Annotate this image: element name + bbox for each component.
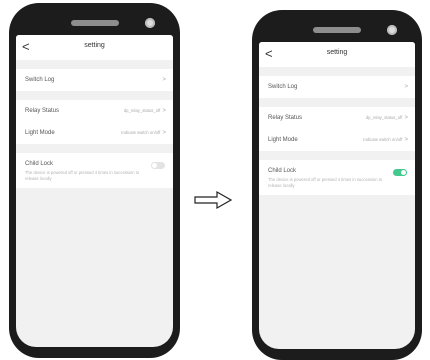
child-lock-toggle[interactable]	[151, 162, 165, 169]
chevron-right-icon: >	[162, 77, 166, 83]
child-lock-description: The device is powered off or pressed 4 t…	[268, 177, 383, 188]
phone-after: < setting Switch Log > Relay Status dp_r…	[252, 10, 422, 360]
chevron-right-icon: >	[404, 137, 408, 143]
page-title: setting	[326, 49, 348, 56]
switch-log-group: Switch Log >	[16, 69, 173, 91]
switch-log-row[interactable]: Switch Log >	[16, 69, 173, 91]
child-lock-toggle[interactable]	[393, 169, 407, 176]
toggle-knob	[152, 163, 157, 168]
light-mode-label: Light Mode	[268, 137, 298, 143]
child-lock-row: Child Lock The device is powered off or …	[16, 153, 173, 188]
speaker-grille	[313, 27, 361, 33]
device-settings-group: Relay Status dp_relay_status_off > Light…	[16, 100, 173, 144]
light-mode-row[interactable]: Light Mode Indicate switch on/off >	[16, 122, 173, 144]
front-camera	[145, 18, 155, 28]
toggle-knob	[401, 170, 406, 175]
right-arrow-icon	[194, 190, 233, 210]
speaker-grille	[70, 20, 119, 26]
top-bar: < setting	[16, 35, 173, 60]
chevron-right-icon: >	[162, 108, 166, 114]
relay-status-label: Relay Status	[268, 115, 303, 121]
relay-status-label: Relay Status	[25, 108, 60, 114]
settings-screen: < setting Switch Log > Relay Status dp_r…	[16, 35, 173, 347]
front-camera	[387, 25, 397, 35]
child-lock-row: Child Lock The device is powered off or …	[259, 160, 415, 195]
device-settings-group: Relay Status dp_relay_status_off > Light…	[259, 107, 415, 151]
switch-log-group: Switch Log >	[259, 76, 415, 98]
switch-log-label: Switch Log	[268, 84, 298, 90]
switch-log-row[interactable]: Switch Log >	[259, 76, 415, 98]
relay-status-row[interactable]: Relay Status dp_relay_status_off >	[16, 100, 173, 122]
relay-status-value: dp_relay_status_off	[365, 115, 403, 120]
switch-log-label: Switch Log	[25, 77, 55, 83]
chevron-right-icon: >	[162, 130, 166, 136]
page-title: setting	[84, 42, 105, 49]
relay-status-row[interactable]: Relay Status dp_relay_status_off >	[259, 107, 415, 129]
child-lock-group: Child Lock The device is powered off or …	[259, 160, 415, 195]
settings-screen: < setting Switch Log > Relay Status dp_r…	[259, 42, 415, 349]
child-lock-label: Child Lock	[25, 161, 54, 167]
top-bar: < setting	[259, 42, 415, 67]
phone-before: < setting Switch Log > Relay Status dp_r…	[9, 3, 180, 358]
light-mode-row[interactable]: Light Mode Indicate switch on/off >	[259, 129, 415, 151]
chevron-right-icon: >	[404, 84, 408, 90]
light-mode-value: Indicate switch on/off	[363, 137, 403, 142]
light-mode-label: Light Mode	[25, 130, 55, 136]
child-lock-description: The device is powered off or pressed 4 t…	[25, 170, 140, 181]
light-mode-value: Indicate switch on/off	[121, 130, 161, 135]
child-lock-group: Child Lock The device is powered off or …	[16, 153, 173, 188]
relay-status-value: dp_relay_status_off	[123, 108, 161, 113]
chevron-right-icon: >	[404, 115, 408, 121]
child-lock-label: Child Lock	[268, 168, 297, 174]
